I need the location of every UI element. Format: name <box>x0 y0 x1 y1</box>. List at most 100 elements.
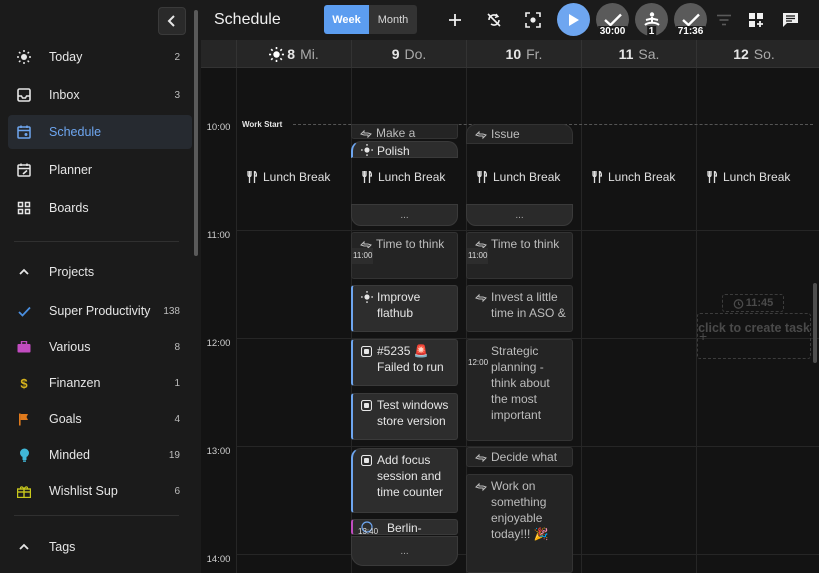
utensils-icon <box>592 171 602 183</box>
lunch-label: Lunch Break <box>723 170 791 184</box>
task-title: Make a <box>376 126 416 139</box>
task-title: #5235 🚨 Failed to run <box>377 344 444 374</box>
task-make-a[interactable]: Make a <box>351 124 458 139</box>
nav-item-planner[interactable]: Planner <box>8 153 192 187</box>
task-add-focus-session[interactable]: Add focus session and time counter <box>351 448 458 513</box>
project-wishlist-sup[interactable]: Wishlist Sup 6 <box>8 474 192 508</box>
time-label: 14:00 <box>206 554 231 565</box>
notes-button[interactable] <box>777 7 803 33</box>
task-title: Invest a little time in ASO & <box>491 290 566 320</box>
month-view-button[interactable]: Month <box>369 5 417 34</box>
day-header-wed: 8 Mi. <box>236 40 351 68</box>
lunch-break-wed[interactable]: Lunch Break <box>247 169 330 185</box>
lunch-break-sat[interactable]: Lunch Break <box>592 169 675 185</box>
task-issue[interactable]: Issue <box>466 124 573 144</box>
repeat-icon <box>475 451 487 463</box>
task-time-badge: 11:00 <box>467 248 489 264</box>
time-label: 12:00 <box>206 338 231 349</box>
nav-label: Today <box>49 50 83 64</box>
day-header-fri: 10 Fr. <box>466 40 581 68</box>
project-finanzen[interactable]: $ Finanzen 1 <box>8 366 192 400</box>
task-berlin[interactable]: Berlin- 13:40 <box>351 519 458 535</box>
project-goals[interactable]: Goals 4 <box>8 402 192 436</box>
github-icon <box>360 345 373 358</box>
task-work-on-something[interactable]: Work on something enjoyable today!!! 🎉 <box>466 474 573 573</box>
day-header-row: 8 Mi. 9 Do. 10 Fr. 11 Sa. 12 So. <box>201 40 819 68</box>
project-minded[interactable]: Minded 19 <box>8 438 192 472</box>
more-tasks-button[interactable]: ... <box>466 204 573 226</box>
briefcase-icon <box>16 339 32 355</box>
nav-item-inbox[interactable]: Inbox 3 <box>8 78 192 112</box>
focus-mode-button[interactable] <box>520 7 546 33</box>
sidebar-scrollbar[interactable] <box>194 10 198 256</box>
play-icon <box>568 13 579 26</box>
lunch-break-thu[interactable]: Lunch Break <box>362 169 445 185</box>
sun-icon <box>16 49 32 65</box>
time-label: 11:00 <box>206 230 231 241</box>
plus-icon <box>449 14 461 26</box>
task-strategic-planning[interactable]: Strategic planning - think about the mos… <box>466 339 573 441</box>
more-tasks-button[interactable]: ... <box>351 536 458 566</box>
task-time-to-think-fri[interactable]: Time to think 11:00 <box>466 232 573 279</box>
chevron-up-icon <box>16 539 32 555</box>
nav-label: Planner <box>49 163 93 177</box>
lightbulb-icon <box>16 447 32 463</box>
task-title: Add focus session and time counter <box>377 453 444 499</box>
calendar-edit-icon <box>16 162 32 178</box>
lunch-break-sun[interactable]: Lunch Break <box>707 169 790 185</box>
tags-section-toggle[interactable]: Tags <box>8 530 192 564</box>
filter-icon <box>717 14 731 26</box>
project-label: Minded <box>49 448 90 462</box>
focus-session-button[interactable]: 1 <box>635 3 668 37</box>
add-widget-button[interactable] <box>743 7 769 33</box>
add-task-button[interactable] <box>442 7 468 33</box>
week-view-button[interactable]: Week <box>324 5 369 34</box>
lunch-label: Lunch Break <box>378 170 446 184</box>
play-button[interactable] <box>557 3 590 36</box>
task-improve-flathub[interactable]: Improve flathub <box>351 285 458 332</box>
lunch-label: Lunch Break <box>263 170 331 184</box>
task-title: Work on something enjoyable today!!! 🎉 <box>491 479 549 541</box>
inbox-icon <box>16 87 32 103</box>
project-various[interactable]: Various 8 <box>8 330 192 364</box>
pomodoro-timer-button[interactable]: 30:00 <box>596 3 629 37</box>
task-decide-what[interactable]: Decide what <box>466 447 573 467</box>
more-tasks-button[interactable]: ... <box>351 204 458 226</box>
schedule-grid[interactable]: 10:00 11:00 12:00 13:00 14:00 Work Start… <box>201 68 819 573</box>
time-label: 10:00 <box>206 122 231 133</box>
filter-button[interactable] <box>711 7 737 33</box>
task-time-badge: 13:40 <box>358 527 379 535</box>
utensils-icon <box>362 171 372 183</box>
work-time-button[interactable]: 71:36 <box>674 3 707 37</box>
collapse-sidebar-button[interactable] <box>158 7 186 35</box>
task-title: Time to think <box>376 237 445 251</box>
schedule-scrollbar[interactable] <box>813 283 817 363</box>
nav-item-schedule[interactable]: Schedule <box>8 115 192 149</box>
task-failed-to-run[interactable]: #5235 🚨 Failed to run <box>351 339 458 386</box>
task-title: Polish <box>377 144 410 158</box>
utensils-icon <box>707 171 717 183</box>
project-label: Finanzen <box>49 376 101 390</box>
task-test-windows-store[interactable]: Test windows store version <box>351 393 458 440</box>
project-count: 4 <box>174 413 180 425</box>
task-time-to-think-thu[interactable]: Time to think 11:00 <box>351 232 458 279</box>
day-name: Mi. <box>300 46 319 62</box>
dollar-icon: $ <box>20 375 28 391</box>
calendar-icon <box>16 124 32 140</box>
task-polish[interactable]: Polish <box>351 141 458 158</box>
task-invest-aso[interactable]: Invest a little time in ASO & <box>466 285 573 332</box>
center-focus-icon <box>525 12 541 28</box>
lunch-break-fri[interactable]: Lunch Break <box>477 169 560 185</box>
sync-button[interactable] <box>481 7 507 33</box>
ghost-time-label: 11:45 <box>745 297 774 309</box>
alarm-icon <box>733 298 744 309</box>
project-super-productivity[interactable]: Super Productivity 138 <box>8 294 192 328</box>
nav-item-today[interactable]: Today 2 <box>8 40 192 74</box>
projects-section-toggle[interactable]: Projects <box>8 255 192 289</box>
gift-icon <box>16 483 32 499</box>
focus-session-count: 1 <box>646 26 657 37</box>
day-name: Do. <box>404 46 427 62</box>
nav-item-boards[interactable]: Boards <box>8 191 192 225</box>
task-title: Improve flathub <box>377 290 421 320</box>
create-task-placeholder[interactable]: click to create task <box>697 313 811 359</box>
